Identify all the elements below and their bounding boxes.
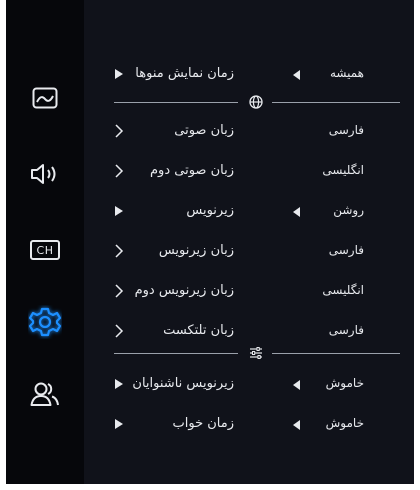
setting-value: فارسی — [328, 323, 364, 337]
right-arrow-icon[interactable] — [112, 203, 126, 219]
sidebar: CH — [6, 0, 84, 484]
chevron-right-icon — [112, 323, 126, 339]
users-icon — [30, 382, 59, 406]
setting-value: انگلیسی — [322, 163, 364, 177]
setting-label: زمان خواب — [172, 416, 234, 431]
setting-row-second-subtitle-language[interactable]: انگلیسی زبان زیرنویس دوم — [84, 277, 414, 307]
chevron-right-icon — [112, 163, 126, 179]
sidebar-item-settings[interactable] — [16, 302, 74, 342]
left-arrow-icon[interactable] — [293, 207, 300, 217]
sidebar-item-picture[interactable] — [16, 78, 74, 118]
right-arrow-icon[interactable] — [112, 376, 126, 392]
picture-icon — [32, 87, 58, 109]
section-divider-options — [114, 346, 400, 360]
setting-label: زبان تلتکست — [163, 323, 234, 338]
setting-value: روشن — [333, 203, 364, 217]
setting-label: زبان صوتی — [174, 123, 234, 138]
setting-label: زیرنویس — [186, 203, 234, 218]
section-divider-language — [114, 95, 400, 109]
setting-value: خاموش — [325, 416, 364, 430]
setting-row-teletext-language[interactable]: فارسی زبان تلتکست — [84, 317, 414, 347]
sidebar-item-sound[interactable] — [16, 154, 74, 194]
right-arrow-icon[interactable] — [112, 66, 126, 82]
setting-value: انگلیسی — [322, 283, 364, 297]
setting-value: فارسی — [328, 123, 364, 137]
setting-row-menu-display-time[interactable]: همیشه زمان نمایش منوها — [84, 60, 414, 90]
ch-icon-label: CH — [36, 243, 54, 257]
left-arrow-icon[interactable] — [293, 70, 300, 80]
setting-value: خاموش — [325, 376, 364, 390]
sidebar-item-channel[interactable]: CH — [16, 230, 74, 270]
setting-value: همیشه — [329, 66, 364, 80]
setting-row-subtitles[interactable]: روشن زیرنویس — [84, 197, 414, 227]
tv-screen: CH همیشه زمان نمایش منوها فارسی زبان صوت… — [6, 0, 414, 484]
ch-icon: CH — [30, 240, 60, 260]
setting-row-second-audio-language[interactable]: انگلیسی زبان صوتی دوم — [84, 157, 414, 187]
setting-row-subtitle-language[interactable]: فارسی زبان زیرنویس — [84, 237, 414, 267]
setting-label: زبان زیرنویس دوم — [134, 283, 234, 298]
sidebar-item-users[interactable] — [16, 374, 74, 414]
sliders-icon — [250, 347, 262, 359]
chevron-right-icon — [112, 243, 126, 259]
setting-label: زمان نمایش منوها — [135, 66, 234, 81]
speaker-icon — [31, 164, 56, 184]
chevron-right-icon — [112, 283, 126, 299]
left-arrow-icon[interactable] — [293, 420, 300, 430]
gear-icon — [28, 307, 62, 337]
setting-label: زبان صوتی دوم — [150, 163, 234, 178]
left-arrow-icon[interactable] — [293, 380, 300, 390]
setting-label: زبان زیرنویس — [158, 243, 234, 258]
settings-panel: همیشه زمان نمایش منوها فارسی زبان صوتی ا… — [84, 0, 414, 484]
setting-row-audio-language[interactable]: فارسی زبان صوتی — [84, 117, 414, 147]
setting-row-sleep-timer[interactable]: خاموش زمان خواب — [84, 410, 414, 440]
setting-row-hearing-impaired-subtitles[interactable]: خاموش زیرنویس ناشنوایان — [84, 370, 414, 400]
right-arrow-icon[interactable] — [112, 416, 126, 432]
globe-icon — [249, 95, 263, 109]
setting-label: زیرنویس ناشنوایان — [132, 376, 234, 391]
setting-value: فارسی — [328, 243, 364, 257]
chevron-right-icon — [112, 123, 126, 139]
